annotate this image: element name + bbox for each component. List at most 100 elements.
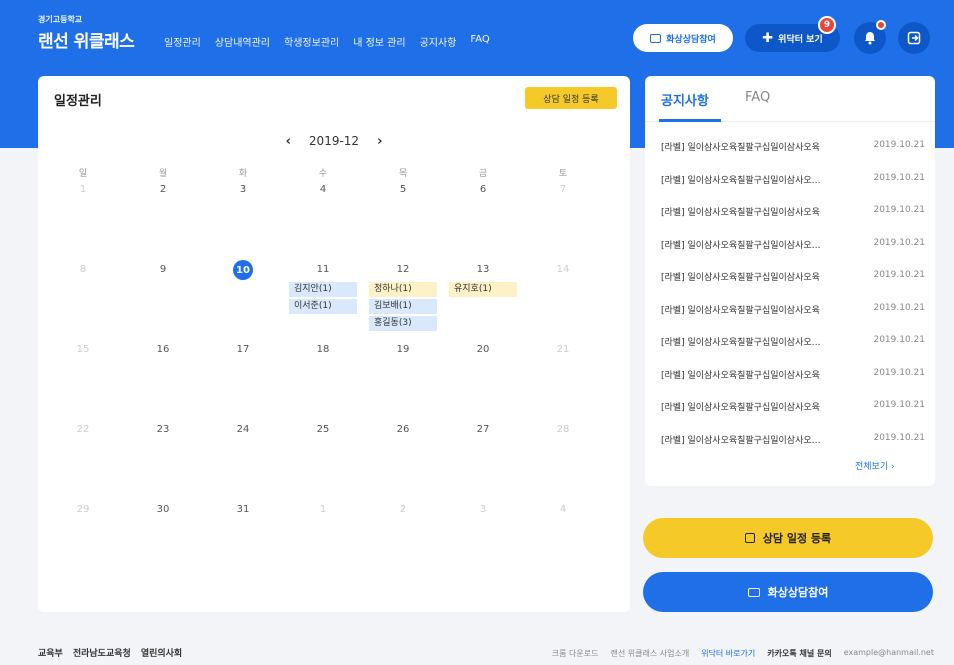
calendar-day[interactable]: 2 xyxy=(363,504,443,515)
join-video-button[interactable]: 화상상담참여 xyxy=(643,572,933,612)
calendar-day[interactable]: 1 xyxy=(43,184,123,195)
notice-item[interactable]: [라벨] 일이삼사오육칠팔구십일이삼사오육 2019.10.21 xyxy=(661,140,925,153)
logout-button[interactable] xyxy=(898,22,930,54)
calendar-day[interactable]: 21 xyxy=(523,344,603,355)
calendar-icon xyxy=(744,533,755,543)
today-date[interactable]: 10 xyxy=(233,260,253,280)
notice-item[interactable]: [라벨] 일이삼사오육칠팔구십일이삼사오육 2019.10.21 xyxy=(661,270,925,283)
tab-notice[interactable]: 공지사항 xyxy=(661,90,709,109)
calendar-day[interactable]: 31 xyxy=(203,504,283,515)
screen-icon xyxy=(650,33,662,43)
calendar-day[interactable]: 17 xyxy=(203,344,283,355)
next-month-button[interactable]: › xyxy=(377,134,382,149)
calendar-event[interactable]: 이서준(1) xyxy=(289,299,357,314)
plus-icon: ✚ xyxy=(762,30,774,46)
weekday-label: 화 xyxy=(238,169,248,179)
calendar-title: 일정관리 xyxy=(54,94,102,109)
nav-faq[interactable]: FAQ xyxy=(470,34,489,49)
notice-date: 2019.10.21 xyxy=(873,205,925,215)
calendar-day[interactable]: 24 xyxy=(203,424,283,435)
brand-logo[interactable]: 경기고등학교 랜선 위클래스 xyxy=(38,14,135,52)
notice-date: 2019.10.21 xyxy=(873,237,925,248)
nav-my-info[interactable]: 내 정보 관리 xyxy=(353,34,405,49)
calendar-event[interactable]: 김보배(1) xyxy=(369,299,437,314)
calendar-day[interactable]: 15 xyxy=(43,344,123,355)
widoctor-link[interactable]: 위닥터 바로가기 xyxy=(701,648,755,659)
calendar-day[interactable]: 29 xyxy=(43,504,123,515)
notice-item[interactable]: [라벨] 일이삼사오육칠팔구십일이삼사오육 2019.10.21 xyxy=(661,400,925,413)
video-counsel-button[interactable]: 화상상담참여 xyxy=(633,24,733,52)
nav-schedule[interactable]: 일정관리 xyxy=(164,34,201,49)
nav-student-info[interactable]: 학생정보관리 xyxy=(284,34,339,49)
notice-date: 2019.10.21 xyxy=(873,270,925,280)
notice-item[interactable]: [라벨] 일이삼사오육칠팔구십일이삼사오육 2019.10.21 xyxy=(661,368,925,381)
calendar-day[interactable]: 20 xyxy=(443,344,523,355)
calendar-day[interactable]: 25 xyxy=(283,424,363,435)
logo-moe: 교육부 xyxy=(38,649,63,659)
calendar-event[interactable]: 유지호(1) xyxy=(449,282,517,297)
notice-title: [라벨] 일이삼사오육칠팔구십일이삼사오육 xyxy=(661,273,820,283)
view-all-link[interactable]: 전체보기 › xyxy=(855,459,895,472)
notice-date: 2019.10.21 xyxy=(873,302,925,313)
kakao-channel-link[interactable]: 카카오톡 채널 문의 xyxy=(767,648,831,659)
about-link[interactable]: 랜선 위클래스 사업소개 xyxy=(611,648,690,659)
calendar-day[interactable]: 9 xyxy=(123,264,203,275)
widoctor-label: 위닥터 보기 xyxy=(778,34,823,45)
month-navigation: ‹ 2019-12 › xyxy=(38,134,630,149)
calendar-register-button[interactable]: 상담 일정 등록 xyxy=(525,87,617,109)
calendar-day[interactable]: 6 xyxy=(443,184,523,195)
calendar-day[interactable]: 27 xyxy=(443,424,523,435)
screen-icon xyxy=(747,587,760,597)
notice-item[interactable]: [라벨] 일이삼사오육칠팔구십일이삼사오… 2019.10.21 xyxy=(661,173,925,186)
calendar-day[interactable]: 2 xyxy=(123,184,203,195)
notice-tabs: 공지사항 FAQ xyxy=(645,76,935,122)
calendar-event[interactable]: 김지안(1) xyxy=(289,282,357,297)
current-month: 2019-12 xyxy=(308,134,360,148)
calendar-day[interactable]: 3 xyxy=(203,184,283,195)
calendar-day[interactable]: 30 xyxy=(123,504,203,515)
calendar-day[interactable]: 22 xyxy=(43,424,123,435)
calendar-day[interactable]: 19 xyxy=(363,344,443,355)
calendar-day[interactable]: 13 xyxy=(443,264,523,275)
video-counsel-label: 화상상담참여 xyxy=(666,34,716,45)
calendar-day[interactable]: 16 xyxy=(123,344,203,355)
nav-counsel-history[interactable]: 상담내역관리 xyxy=(215,34,270,49)
calendar-day[interactable]: 5 xyxy=(363,184,443,195)
calendar-event[interactable]: 정하나(1) xyxy=(369,282,437,297)
calendar-day[interactable]: 14 xyxy=(523,264,603,275)
notice-date: 2019.10.21 xyxy=(873,172,925,183)
logo-open-doctors: 열린의사회 xyxy=(140,649,183,659)
calendar-day[interactable]: 26 xyxy=(363,424,443,435)
notice-title: [라벨] 일이삼사오육칠팔구십일이삼사오… xyxy=(661,338,821,348)
notice-item[interactable]: [라벨] 일이삼사오육칠팔구십일이삼사오… 2019.10.21 xyxy=(661,433,925,446)
calendar-event[interactable]: 홍길동(3) xyxy=(369,316,437,331)
calendar-day[interactable]: 3 xyxy=(443,504,523,515)
nav-notice[interactable]: 공지사항 xyxy=(420,34,457,49)
calendar-day[interactable]: 8 xyxy=(43,264,123,275)
calendar-day[interactable]: 7 xyxy=(523,184,603,195)
calendar-day[interactable]: 23 xyxy=(123,424,203,435)
notice-title: [라벨] 일이삼사오육칠팔구십일이삼사오육 xyxy=(661,208,820,218)
notice-item[interactable]: [라벨] 일이삼사오육칠팔구십일이삼사오육 2019.10.21 xyxy=(661,205,925,218)
notice-item[interactable]: [라벨] 일이삼사오육칠팔구십일이삼사오… 2019.10.21 xyxy=(661,335,925,348)
calendar-day[interactable]: 18 xyxy=(283,344,363,355)
notice-title: [라벨] 일이삼사오육칠팔구십일이삼사오육 xyxy=(661,370,820,381)
contact-email[interactable]: example@hanmail.net xyxy=(844,648,934,659)
register-schedule-button[interactable]: 상담 일정 등록 xyxy=(643,518,933,558)
calendar-day[interactable]: 12 xyxy=(363,264,443,275)
weekday-label: 수 xyxy=(318,169,328,179)
notice-title: [라벨] 일이삼사오육칠팔구십일이삼사오… xyxy=(661,435,821,446)
calendar-day[interactable]: 11 xyxy=(283,264,363,275)
prev-month-button[interactable]: ‹ xyxy=(286,134,291,149)
notice-item[interactable]: [라벨] 일이삼사오육칠팔구십일이삼사오육 2019.10.21 xyxy=(661,303,925,316)
notice-date: 2019.10.21 xyxy=(873,432,925,443)
calendar-day[interactable]: 4 xyxy=(283,184,363,195)
logout-icon xyxy=(907,31,921,45)
calendar-day[interactable]: 1 xyxy=(283,504,363,515)
footer-links: 크롬 다운로드 랜선 위클래스 사업소개 위닥터 바로가기 카카오톡 채널 문의… xyxy=(552,648,934,659)
tab-faq[interactable]: FAQ xyxy=(745,90,770,105)
calendar-day[interactable]: 28 xyxy=(523,424,603,435)
notice-item[interactable]: [라벨] 일이삼사오육칠팔구십일이삼사오… 2019.10.21 xyxy=(661,238,925,251)
calendar-day[interactable]: 4 xyxy=(523,504,603,515)
chrome-download-link[interactable]: 크롬 다운로드 xyxy=(552,648,599,659)
